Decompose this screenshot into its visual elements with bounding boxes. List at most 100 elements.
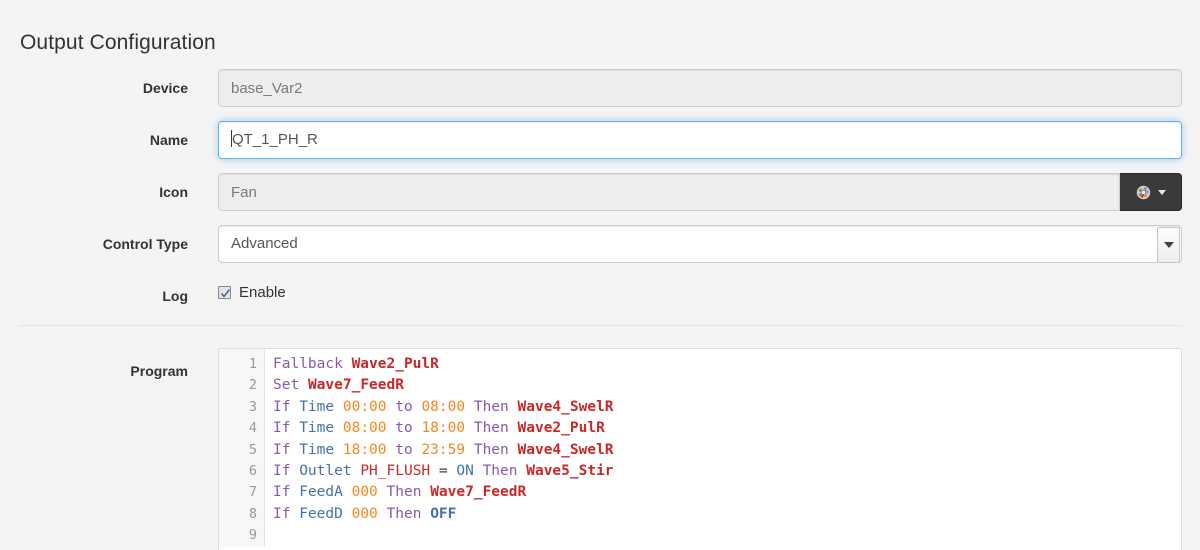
output-configuration-page: Output Configuration Device Name QT_1_PH… — [0, 0, 1200, 550]
device-input[interactable] — [218, 69, 1182, 107]
form-row-icon: Icon — [0, 166, 1200, 218]
code-token: Fallback — [273, 356, 343, 372]
device-label: Device — [142, 80, 188, 96]
code-token: to — [395, 441, 413, 458]
form-row-name: Name QT_1_PH_R — [0, 114, 1200, 166]
program-code-editor[interactable]: 1 Fallback Wave2_PulR 2 Set Wave7_FeedR 3 If … — [218, 348, 1182, 550]
line-number: 7 — [219, 482, 265, 504]
line-number: 6 — [219, 461, 265, 483]
code-lines-body: 1 Fallback Wave2_PulR 2 Set Wave7_FeedR 3 If … — [219, 349, 1181, 547]
control-type-label: Control Type — [102, 236, 188, 252]
log-enable-group: Enable — [218, 284, 286, 301]
code-token: ON — [456, 463, 474, 480]
chevron-down-icon — [1163, 242, 1174, 248]
code-line-content[interactable]: Set Wave7_FeedR — [265, 375, 1182, 396]
code-token: If — [273, 484, 291, 501]
code-line-content[interactable]: If FeedA 000 Then Wave7_FeedR — [265, 482, 1182, 503]
code-line: 7 If FeedA 000 Then Wave7_FeedR — [219, 482, 1182, 504]
code-token: Wave4_SwelR — [517, 398, 614, 415]
code-token: If — [273, 463, 291, 480]
select-dropdown-button[interactable] — [1157, 227, 1180, 263]
code-token: Wave7_FeedR — [430, 484, 527, 501]
icon-control — [218, 173, 1182, 211]
code-line-content[interactable]: If Outlet PH_FLUSH = ON Then Wave5_Stir — [265, 461, 1182, 482]
code-token: Wave2_PulR — [351, 356, 439, 372]
control-type-control: Advanced — [218, 225, 1182, 263]
log-enable-checkbox[interactable] — [218, 286, 231, 299]
code-token: Time — [299, 420, 335, 437]
icon-label: Icon — [159, 184, 188, 200]
line-number: 9 — [219, 525, 265, 547]
icon-picker-button[interactable] — [1120, 173, 1182, 211]
code-token: Then — [473, 420, 509, 437]
form-row-log: Log Enable — [0, 270, 1200, 322]
code-token: Wave7_FeedR — [307, 377, 404, 394]
code-token: OFF — [430, 505, 457, 522]
code-token: Time — [299, 441, 335, 458]
icon-input[interactable] — [218, 173, 1120, 211]
code-token: Then — [473, 441, 509, 458]
code-line-content[interactable] — [265, 525, 1182, 546]
control-type-select[interactable]: Advanced — [218, 225, 1182, 263]
code-token: Outlet — [299, 463, 352, 480]
log-label: Log — [162, 288, 188, 304]
page-title: Output Configuration — [20, 31, 216, 55]
line-number: 8 — [219, 503, 265, 526]
code-line: 2 Set Wave7_FeedR — [219, 375, 1182, 397]
code-line-content[interactable]: If Time 00:00 to 08:00 Then Wave4_SwelR — [265, 397, 1182, 418]
program-label: Program — [130, 363, 188, 379]
code-line-content[interactable]: Fallback Wave2_PulR — [265, 349, 1182, 375]
icon-input-group — [218, 173, 1182, 211]
code-line: 9 — [219, 525, 1182, 547]
code-token: to — [395, 398, 413, 415]
name-input[interactable]: QT_1_PH_R — [218, 121, 1182, 159]
code-token: 08:00 — [421, 398, 466, 415]
code-token: Then — [386, 484, 422, 501]
code-token: Then — [473, 398, 509, 415]
line-number: 3 — [219, 396, 265, 419]
code-line-content[interactable]: If Time 08:00 to 18:00 Then Wave2_PulR — [265, 418, 1182, 439]
line-number: 2 — [219, 375, 265, 397]
code-token: If — [273, 441, 291, 458]
code-token: 000 — [351, 505, 378, 522]
code-token: 000 — [351, 484, 378, 501]
code-line-content[interactable]: If FeedD 000 Then OFF — [265, 504, 1182, 525]
code-token: FeedA — [299, 484, 343, 501]
code-token: to — [395, 420, 413, 437]
control-type-select-wrap: Advanced — [218, 225, 1182, 263]
code-token: 18:00 — [342, 441, 387, 458]
output-configuration-form: Device Name QT_1_PH_R Icon — [0, 62, 1200, 322]
line-number: 1 — [219, 349, 265, 376]
code-line-content[interactable]: If Time 18:00 to 23:59 Then Wave4_SwelR — [265, 440, 1182, 461]
code-line: 6 If Outlet PH_FLUSH = ON Then Wave5_Stir — [219, 461, 1182, 483]
name-label: Name — [149, 132, 188, 148]
code-token: 08:00 — [342, 420, 387, 437]
code-line: 1 Fallback Wave2_PulR — [219, 349, 1182, 376]
code-line: 4 If Time 08:00 to 18:00 Then Wave2_PulR — [219, 418, 1182, 440]
code-token: PH_FLUSH — [360, 463, 431, 480]
checkmark-icon — [220, 289, 231, 298]
device-control — [218, 69, 1182, 107]
log-enable-label: Enable — [239, 284, 286, 301]
code-token: Then — [386, 505, 422, 522]
